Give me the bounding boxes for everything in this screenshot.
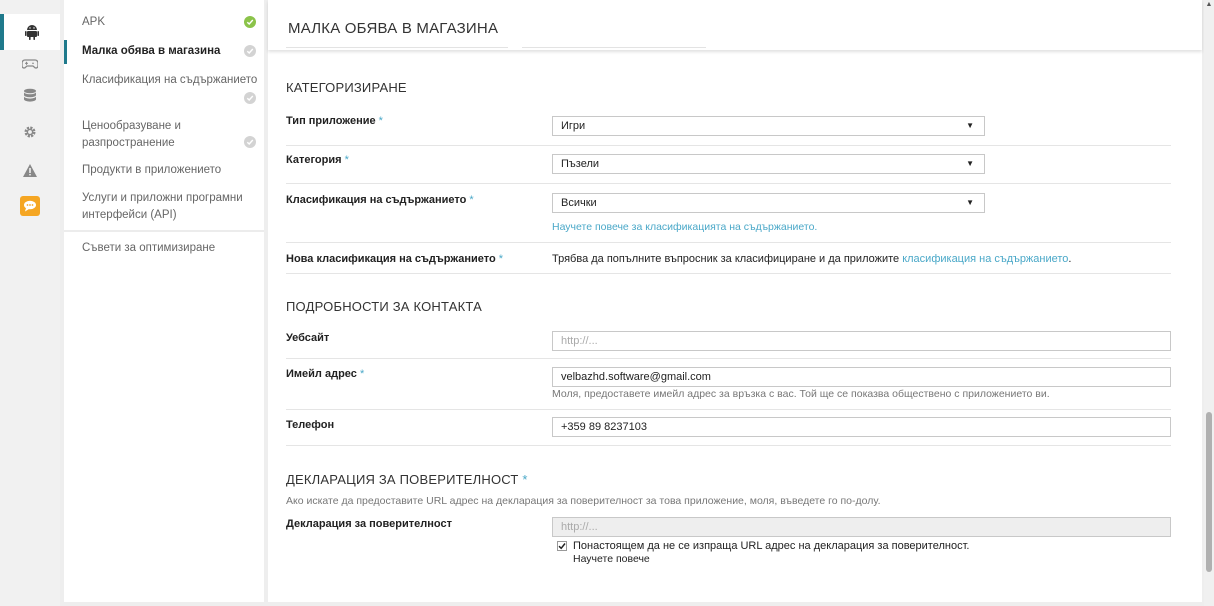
email-help-text: Моля, предоставете имейл адрес за връзка… [552,388,1050,400]
main-content: МАЛКА ОБЯВА В МАГАЗИНА КАТЕГОРИЗИРАНЕ Ти… [268,0,1202,602]
icon-rail [0,0,60,606]
warning-icon [23,163,37,177]
scrollbar-thumb[interactable] [1206,412,1212,572]
phone-field[interactable] [552,417,1171,437]
content-rating-link[interactable]: класификация на съдържанието [902,253,1068,265]
no-privacy-url-label: Понастоящем да не се изпраща URL адрес н… [573,540,970,552]
section-title-categorization: КАТЕГОРИЗИРАНЕ [286,80,407,95]
select-value: Игри [561,120,586,132]
vertical-scrollbar[interactable]: ▲ [1204,0,1214,606]
rail-item-feedback[interactable] [0,188,60,224]
gear-icon [24,126,36,138]
page-header: МАЛКА ОБЯВА В МАГАЗИНА [268,0,1202,50]
rail-item-android[interactable] [0,14,60,50]
row-divider [286,409,1171,410]
new-rating-text: Трябва да попълните въпросник за класифи… [552,253,1072,265]
select-value: Всички [561,197,597,209]
check-circle-icon [244,45,256,57]
nav-item-label: Ценообразуване и разпространение [82,120,181,149]
app-type-label: Тип приложение * [286,115,383,127]
android-icon [25,25,39,40]
email-field[interactable] [552,367,1171,387]
email-label: Имейл адрес * [286,368,365,380]
row-divider [286,273,1171,274]
dropdown-arrow-icon: ▼ [966,121,974,130]
store-nav-panel: APK Малка обява в магазина Класификация … [64,0,264,602]
select-value: Пъзели [561,158,600,170]
privacy-policy-label: Декларация за поверителност [286,518,452,530]
nav-divider [64,230,264,232]
nav-item-store-listing[interactable]: Малка обява в магазина [64,40,264,64]
gamepad-icon [22,59,38,69]
nav-item-label: Услуги и приложни програмни интерфейси (… [82,192,243,221]
new-rating-label: Нова класификация на съдържанието * [286,253,504,265]
checkmark-icon [558,543,566,550]
phone-label: Телефон [286,419,335,431]
nav-item-label: Класификация на съдържанието [82,74,258,86]
section-title-privacy: ДЕКЛАРАЦИЯ ЗА ПОВЕРИТЕЛНОСТ * [286,472,528,487]
privacy-policy-input[interactable] [552,517,1171,537]
nav-item-label: APK [82,16,106,28]
header-underline [522,47,706,48]
rail-item-database[interactable] [0,78,60,114]
content-rating-select[interactable]: Всички ▼ [552,193,985,213]
page-title: МАЛКА ОБЯВА В МАГАЗИНА [288,20,499,37]
content-rating-label: Класификация на съдържанието * [286,194,474,206]
row-divider [286,145,1171,146]
rail-item-games[interactable] [0,46,60,82]
nav-item-content-rating[interactable]: Класификация на съдържанието [64,72,264,106]
row-divider [286,445,1171,446]
chat-badge-icon [20,196,40,216]
category-label: Категория * [286,154,349,166]
app-window: APK Малка обява в магазина Класификация … [0,0,1214,606]
row-divider [286,183,1171,184]
app-type-select[interactable]: Игри ▼ [552,116,985,136]
dropdown-arrow-icon: ▼ [966,198,974,207]
website-label: Уебсайт [286,332,330,344]
nav-item-label: Съвети за оптимизиране [82,242,216,254]
database-icon [24,88,36,102]
website-input[interactable] [552,331,1171,351]
nav-item-pricing[interactable]: Ценообразуване и разпространение [64,118,264,152]
nav-item-label: Малка обява в магазина [82,45,221,57]
row-divider [286,242,1171,243]
rail-item-settings[interactable] [0,114,60,150]
category-select[interactable]: Пъзели ▼ [552,154,985,174]
check-circle-icon [244,16,256,28]
scroll-up-arrow-icon[interactable]: ▲ [1205,0,1213,10]
privacy-learn-more-link[interactable]: Научете повече [573,553,650,565]
section-title-contact: ПОДРОБНОСТИ ЗА КОНТАКТА [286,299,482,314]
check-circle-icon [244,92,256,104]
dropdown-arrow-icon: ▼ [966,159,974,168]
nav-item-optimization-tips[interactable]: Съвети за оптимизиране [64,240,264,260]
nav-item-label: Продукти в приложението [82,164,222,176]
nav-item-in-app-products[interactable]: Продукти в приложението [64,162,264,182]
row-divider [286,358,1171,359]
nav-item-apk[interactable]: APK [64,14,264,34]
header-underline [286,47,508,48]
rail-item-alerts[interactable] [0,152,60,188]
check-circle-icon [244,136,256,148]
no-privacy-url-checkbox[interactable] [557,541,567,551]
nav-item-services-apis[interactable]: Услуги и приложни програмни интерфейси (… [64,190,264,224]
content-rating-learn-more-link[interactable]: Научете повече за класификацията на съдъ… [552,221,817,233]
privacy-description: Ако искате да предоставите URL адрес на … [286,495,881,507]
